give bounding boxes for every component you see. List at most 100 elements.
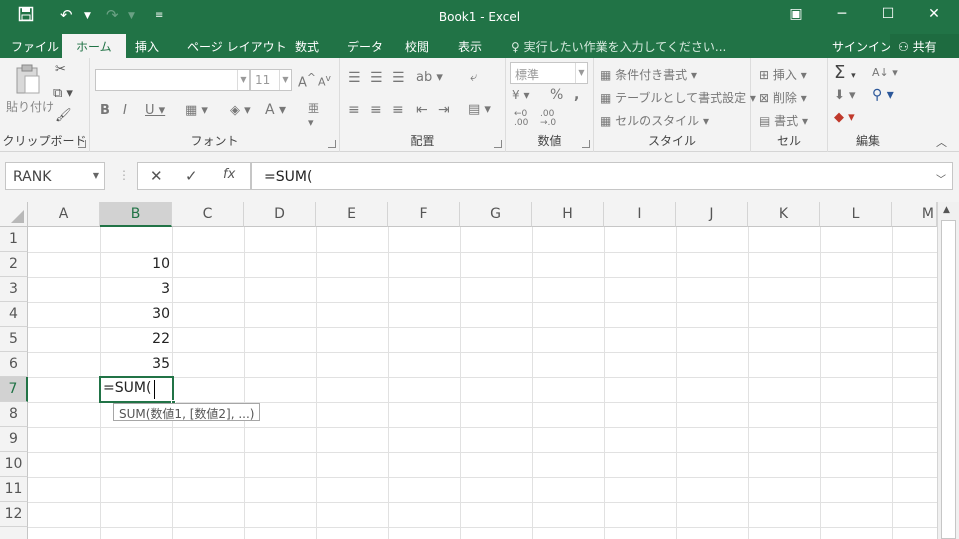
cell-b6[interactable]: 35 xyxy=(100,352,172,377)
collapse-ribbon-icon[interactable]: ︿ xyxy=(936,134,947,150)
tab-data[interactable]: データ xyxy=(347,38,383,55)
percent-button[interactable]: % xyxy=(550,87,563,103)
copy-icon[interactable]: ⧉ ▾ xyxy=(53,86,73,101)
row-header-1[interactable]: 1 xyxy=(0,227,28,252)
active-cell-b7[interactable]: =SUM( xyxy=(99,376,176,405)
column-header-c[interactable]: C xyxy=(172,202,244,227)
formula-bar-splitter-icon[interactable]: ⋮ xyxy=(118,168,130,182)
cut-icon[interactable]: ✂ xyxy=(55,62,66,77)
expand-formula-bar-icon[interactable]: ﹀ xyxy=(936,171,946,186)
maximize-icon[interactable]: ☐ xyxy=(865,6,911,22)
number-format-select[interactable]: 標準 ▼ xyxy=(510,62,588,84)
enter-icon[interactable]: ✓ xyxy=(185,167,198,185)
increase-indent-icon[interactable]: ⇥ xyxy=(438,102,450,118)
alignment-launcher-icon[interactable] xyxy=(494,140,502,148)
tab-home[interactable]: ホーム xyxy=(62,34,126,58)
worksheet-grid[interactable]: A B C D E F G H I J K L M 1 2 3 4 5 6 7 … xyxy=(0,202,959,539)
row-header-13[interactable] xyxy=(0,527,28,539)
borders-icon[interactable]: ▦ ▾ xyxy=(185,103,208,118)
scrollbar-thumb[interactable] xyxy=(941,220,956,539)
column-header-a[interactable]: A xyxy=(28,202,100,227)
tab-review[interactable]: 校閲 xyxy=(405,38,429,55)
cancel-icon[interactable]: ✕ xyxy=(150,167,163,185)
column-header-l[interactable]: L xyxy=(820,202,892,227)
merge-center-icon[interactable]: ▤ ▾ xyxy=(468,102,491,117)
decrease-decimal-icon[interactable]: .00 →.0 xyxy=(540,110,556,128)
orientation-icon[interactable]: ab ▾ xyxy=(416,70,443,85)
row-header-2[interactable]: 2 xyxy=(0,252,28,277)
name-box[interactable]: RANK ▼ xyxy=(5,162,105,190)
font-name-select[interactable]: ▼ xyxy=(95,69,250,91)
sort-filter-icon[interactable]: A↓ ▾ xyxy=(872,66,898,79)
row-header-4[interactable]: 4 xyxy=(0,302,28,327)
clipboard-launcher-icon[interactable] xyxy=(78,140,86,148)
row-header-9[interactable]: 9 xyxy=(0,427,28,452)
decrease-indent-icon[interactable]: ⇤ xyxy=(416,102,428,118)
fill-icon[interactable]: ⬇ ▾ xyxy=(834,88,856,103)
formula-input[interactable]: =SUM(﹀ xyxy=(251,162,953,190)
font-color-button[interactable]: A ▾ xyxy=(265,102,286,118)
row-header-8[interactable]: 8 xyxy=(0,402,28,427)
autosum-icon[interactable]: Σ ▾ xyxy=(834,62,856,83)
format-painter-icon[interactable]: 🖌 xyxy=(55,108,72,123)
tab-file[interactable]: ファイル xyxy=(11,38,59,55)
shrink-font-icon[interactable]: Av xyxy=(318,73,331,89)
clear-icon[interactable]: ◆ ▾ xyxy=(834,110,855,125)
sign-in-link[interactable]: サインイン xyxy=(832,38,892,55)
row-header-11[interactable]: 11 xyxy=(0,477,28,502)
cell-b4[interactable]: 30 xyxy=(100,302,172,327)
row-header-5[interactable]: 5 xyxy=(0,327,28,352)
row-header-6[interactable]: 6 xyxy=(0,352,28,377)
ribbon-display-options-icon[interactable]: ▣ xyxy=(773,6,819,22)
align-right-icon[interactable]: ≡ xyxy=(392,102,404,118)
tab-insert[interactable]: 挿入 xyxy=(135,38,159,55)
bold-button[interactable]: B xyxy=(100,103,110,118)
italic-button[interactable]: I xyxy=(123,103,127,118)
font-size-select[interactable]: 11 ▼ xyxy=(250,69,292,91)
cell-b3[interactable]: 3 xyxy=(100,277,172,302)
share-button[interactable]: ⚇ 共有 xyxy=(890,34,959,58)
scroll-up-icon[interactable]: ▲ xyxy=(943,205,950,215)
cell-b2[interactable]: 10 xyxy=(100,252,172,277)
number-launcher-icon[interactable] xyxy=(582,140,590,148)
column-header-i[interactable]: I xyxy=(604,202,676,227)
format-cells-button[interactable]: ▤ 書式 ▾ xyxy=(759,112,808,129)
delete-cells-button[interactable]: ⊠ 削除 ▾ xyxy=(759,89,807,106)
paste-icon[interactable] xyxy=(14,64,42,100)
vertical-scrollbar[interactable]: ▲ xyxy=(937,202,959,539)
font-launcher-icon[interactable] xyxy=(328,140,336,148)
column-header-f[interactable]: F xyxy=(388,202,460,227)
align-center-icon[interactable]: ≡ xyxy=(370,102,382,118)
align-left-icon[interactable]: ≡ xyxy=(348,102,360,118)
insert-function-icon[interactable]: fx xyxy=(223,167,235,182)
increase-decimal-icon[interactable]: ←0.00 xyxy=(514,110,528,128)
tab-page-layout[interactable]: ページ レイアウト xyxy=(187,38,287,55)
close-icon[interactable]: ✕ xyxy=(911,6,957,22)
underline-button[interactable]: U ▾ xyxy=(145,103,165,118)
cell-b5[interactable]: 22 xyxy=(100,327,172,352)
cell-styles-button[interactable]: ▦ セルのスタイル ▾ xyxy=(600,112,709,129)
row-header-7[interactable]: 7 xyxy=(0,377,28,402)
fill-color-icon[interactable]: ◈ ▾ xyxy=(230,103,251,118)
row-header-3[interactable]: 3 xyxy=(0,277,28,302)
column-header-j[interactable]: J xyxy=(676,202,748,227)
row-header-12[interactable]: 12 xyxy=(0,502,28,527)
column-header-h[interactable]: H xyxy=(532,202,604,227)
wrap-text-icon[interactable]: ⤶ xyxy=(470,70,477,85)
align-bottom-icon[interactable]: ☰ xyxy=(392,70,405,86)
grow-font-icon[interactable]: A^ xyxy=(298,71,316,90)
conditional-formatting-button[interactable]: ▦ 条件付き書式 ▾ xyxy=(600,66,697,83)
phonetic-icon[interactable]: 亜 ▾ xyxy=(308,100,319,129)
tell-me-box[interactable]: ♀ 実行したい作業を入力してください... xyxy=(511,38,726,55)
tab-formulas[interactable]: 数式 xyxy=(295,38,319,55)
column-header-d[interactable]: D xyxy=(244,202,316,227)
comma-button[interactable]: , xyxy=(574,87,579,103)
minimize-icon[interactable]: ─ xyxy=(819,6,865,22)
insert-cells-button[interactable]: ⊞ 挿入 ▾ xyxy=(759,66,807,83)
column-header-e[interactable]: E xyxy=(316,202,388,227)
column-header-m[interactable]: M xyxy=(892,202,937,227)
align-middle-icon[interactable]: ☰ xyxy=(370,70,383,86)
column-header-k[interactable]: K xyxy=(748,202,820,227)
currency-icon[interactable]: ¥ ▾ xyxy=(512,88,529,102)
format-as-table-button[interactable]: ▦ テーブルとして書式設定 ▾ xyxy=(600,89,756,106)
